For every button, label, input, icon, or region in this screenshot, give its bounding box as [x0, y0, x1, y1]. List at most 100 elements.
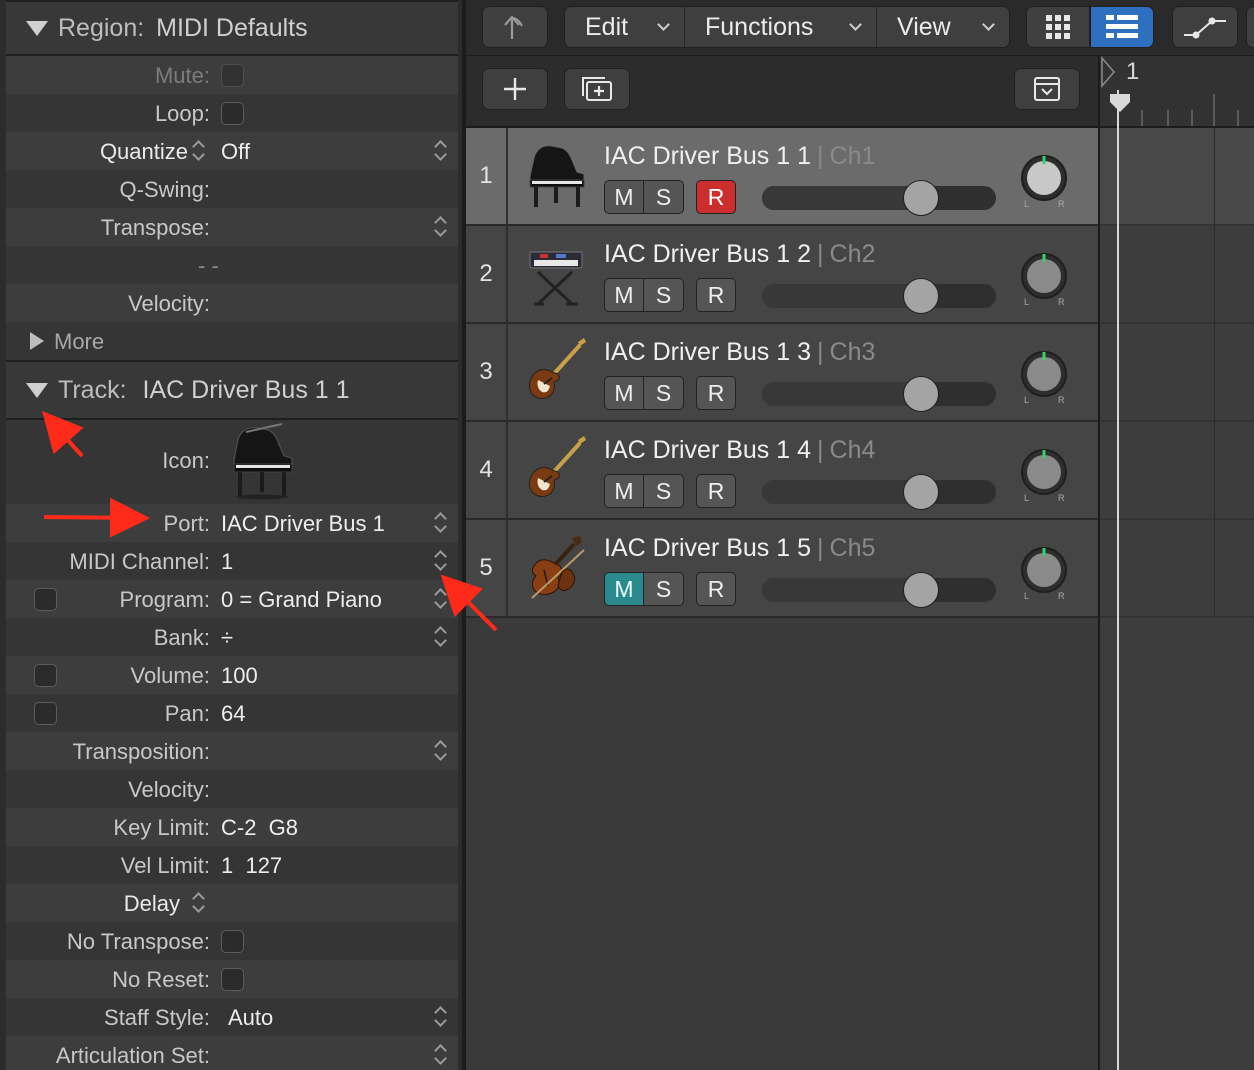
record-enable-button[interactable]: R [696, 474, 736, 508]
volume-slider-knob[interactable] [903, 474, 939, 510]
grid-view-button[interactable] [1026, 6, 1090, 48]
region-quantize-row[interactable]: Quantize Off [6, 132, 458, 170]
key-limit-value[interactable]: C-2 G8 [221, 815, 298, 841]
no-reset-row[interactable]: No Reset: [6, 960, 458, 998]
track-name[interactable]: IAC Driver Bus 1 5 | Ch5 [604, 534, 875, 563]
region-velocity-row[interactable]: Velocity: [6, 284, 458, 322]
region-header[interactable]: Region: MIDI Defaults [6, 0, 458, 56]
vel-limit-row[interactable]: Vel Limit: 1 127 [6, 846, 458, 884]
track-row[interactable]: 3 IAC Driver Bus 1 3 | Ch3 M S R L R [466, 324, 1098, 422]
pan-knob[interactable]: L R [1016, 152, 1072, 208]
grand-piano-icon[interactable] [522, 140, 588, 210]
list-view-button[interactable] [1090, 6, 1154, 48]
menu-functions[interactable]: Functions [685, 7, 877, 47]
program-value[interactable]: 0 = Grand Piano [221, 587, 382, 613]
pan-row[interactable]: Pan: 64 [6, 694, 458, 732]
bank-stepper-icon[interactable] [434, 624, 448, 650]
volume-slider-knob[interactable] [903, 180, 939, 216]
pan-knob[interactable]: L R [1016, 348, 1072, 404]
no-transpose-row[interactable]: No Transpose: [6, 922, 458, 960]
mute-button[interactable]: M [604, 376, 644, 410]
region-qswing-row[interactable]: Q-Swing: [6, 170, 458, 208]
record-enable-button[interactable]: R [696, 278, 736, 312]
track-velocity-row[interactable]: Velocity: [6, 770, 458, 808]
mute-button[interactable]: M [604, 278, 644, 312]
record-enable-button[interactable]: R [696, 572, 736, 606]
port-value[interactable]: IAC Driver Bus 1 [221, 511, 385, 537]
region-transpose-row[interactable]: Transpose: [6, 208, 458, 246]
track-lane[interactable] [1100, 128, 1254, 226]
grand-piano-icon[interactable] [224, 422, 300, 500]
pan-value[interactable]: 64 [221, 701, 245, 727]
electric-guitar-icon[interactable] [522, 434, 588, 504]
delay-mode-stepper-icon[interactable] [192, 890, 206, 916]
more-row[interactable]: More [6, 322, 458, 360]
violin-icon[interactable] [522, 532, 588, 602]
disclosure-triangle-icon[interactable] [26, 382, 48, 398]
track-lane[interactable] [1100, 226, 1254, 324]
no-transpose-checkbox[interactable] [221, 930, 244, 953]
track-header[interactable]: Track: IAC Driver Bus 1 1 [6, 360, 458, 420]
arrange-area[interactable]: 1 [1098, 56, 1254, 1070]
quantize-mode-stepper-icon[interactable] [192, 138, 206, 164]
duplicate-track-button[interactable] [564, 68, 630, 110]
track-name[interactable]: IAC Driver Bus 1 3 | Ch3 [604, 338, 875, 367]
volume-slider[interactable] [762, 180, 996, 216]
volume-slider[interactable] [762, 474, 996, 510]
add-track-button[interactable] [482, 68, 548, 110]
port-stepper-icon[interactable] [434, 510, 448, 536]
volume-slider-knob[interactable] [903, 278, 939, 314]
disclosure-triangle-icon[interactable] [26, 20, 48, 36]
key-limit-row[interactable]: Key Limit: C-2 G8 [6, 808, 458, 846]
port-row[interactable]: Port: IAC Driver Bus 1 [6, 504, 458, 542]
staff-style-stepper-icon[interactable] [434, 1004, 448, 1030]
keyboard-stand-icon[interactable] [522, 238, 588, 308]
solo-button[interactable]: S [644, 572, 684, 606]
midi-channel-value[interactable]: 1 [221, 549, 233, 575]
midi-channel-row[interactable]: MIDI Channel: 1 [6, 542, 458, 580]
mute-button[interactable]: M [604, 474, 644, 508]
electric-guitar-icon[interactable] [522, 336, 588, 406]
no-reset-checkbox[interactable] [221, 968, 244, 991]
midi-channel-stepper-icon[interactable] [434, 548, 448, 574]
track-row[interactable]: 1 IAC Driver Bus 1 1 | Ch1 M S R L R [466, 128, 1098, 226]
volume-slider-knob[interactable] [903, 572, 939, 608]
volume-slider[interactable] [762, 278, 996, 314]
track-row[interactable]: 2 IAC Driver Bus 1 2 | Ch2 M S R L R [466, 226, 1098, 324]
track-name[interactable]: IAC Driver Bus 1 4 | Ch4 [604, 436, 875, 465]
collapse-button[interactable] [1014, 68, 1080, 110]
transposition-row[interactable]: Transposition: [6, 732, 458, 770]
playhead[interactable] [1117, 90, 1119, 1070]
loop-checkbox[interactable] [221, 102, 244, 125]
pan-knob[interactable]: L R [1016, 446, 1072, 502]
staff-style-value[interactable]: Auto [228, 1005, 273, 1031]
program-row[interactable]: Program: 0 = Grand Piano [6, 580, 458, 618]
volume-slider[interactable] [762, 572, 996, 608]
record-enable-button[interactable]: R [696, 376, 736, 410]
volume-checkbox[interactable] [34, 664, 57, 687]
bank-value[interactable]: ÷ [221, 625, 233, 651]
volume-value[interactable]: 100 [221, 663, 258, 689]
track-row[interactable]: 4 IAC Driver Bus 1 4 | Ch4 M S R L R [466, 422, 1098, 520]
program-checkbox[interactable] [34, 588, 57, 611]
back-button[interactable] [482, 6, 548, 48]
solo-button[interactable]: S [644, 180, 684, 214]
track-row[interactable]: 5 IAC Driver Bus 1 5 | Ch5 M S R L R [466, 520, 1098, 618]
track-lane[interactable] [1100, 520, 1254, 618]
menu-edit[interactable]: Edit [565, 7, 685, 47]
track-lane[interactable] [1100, 422, 1254, 520]
pan-checkbox[interactable] [34, 702, 57, 725]
pan-knob[interactable]: L R [1016, 250, 1072, 306]
bank-row[interactable]: Bank: ÷ [6, 618, 458, 656]
panel-toggle-button[interactable] [1246, 6, 1254, 48]
volume-slider-knob[interactable] [903, 376, 939, 412]
mute-button[interactable]: M [604, 180, 644, 214]
transposition-stepper-icon[interactable] [434, 738, 448, 764]
solo-button[interactable]: S [644, 376, 684, 410]
volume-row[interactable]: Volume: 100 [6, 656, 458, 694]
quantize-value[interactable]: Off [221, 139, 250, 165]
quantize-stepper-icon[interactable] [434, 138, 448, 164]
vel-limit-value[interactable]: 1 127 [221, 853, 282, 879]
program-stepper-icon[interactable] [434, 586, 448, 612]
staff-style-row[interactable]: Staff Style: Auto [6, 998, 458, 1036]
